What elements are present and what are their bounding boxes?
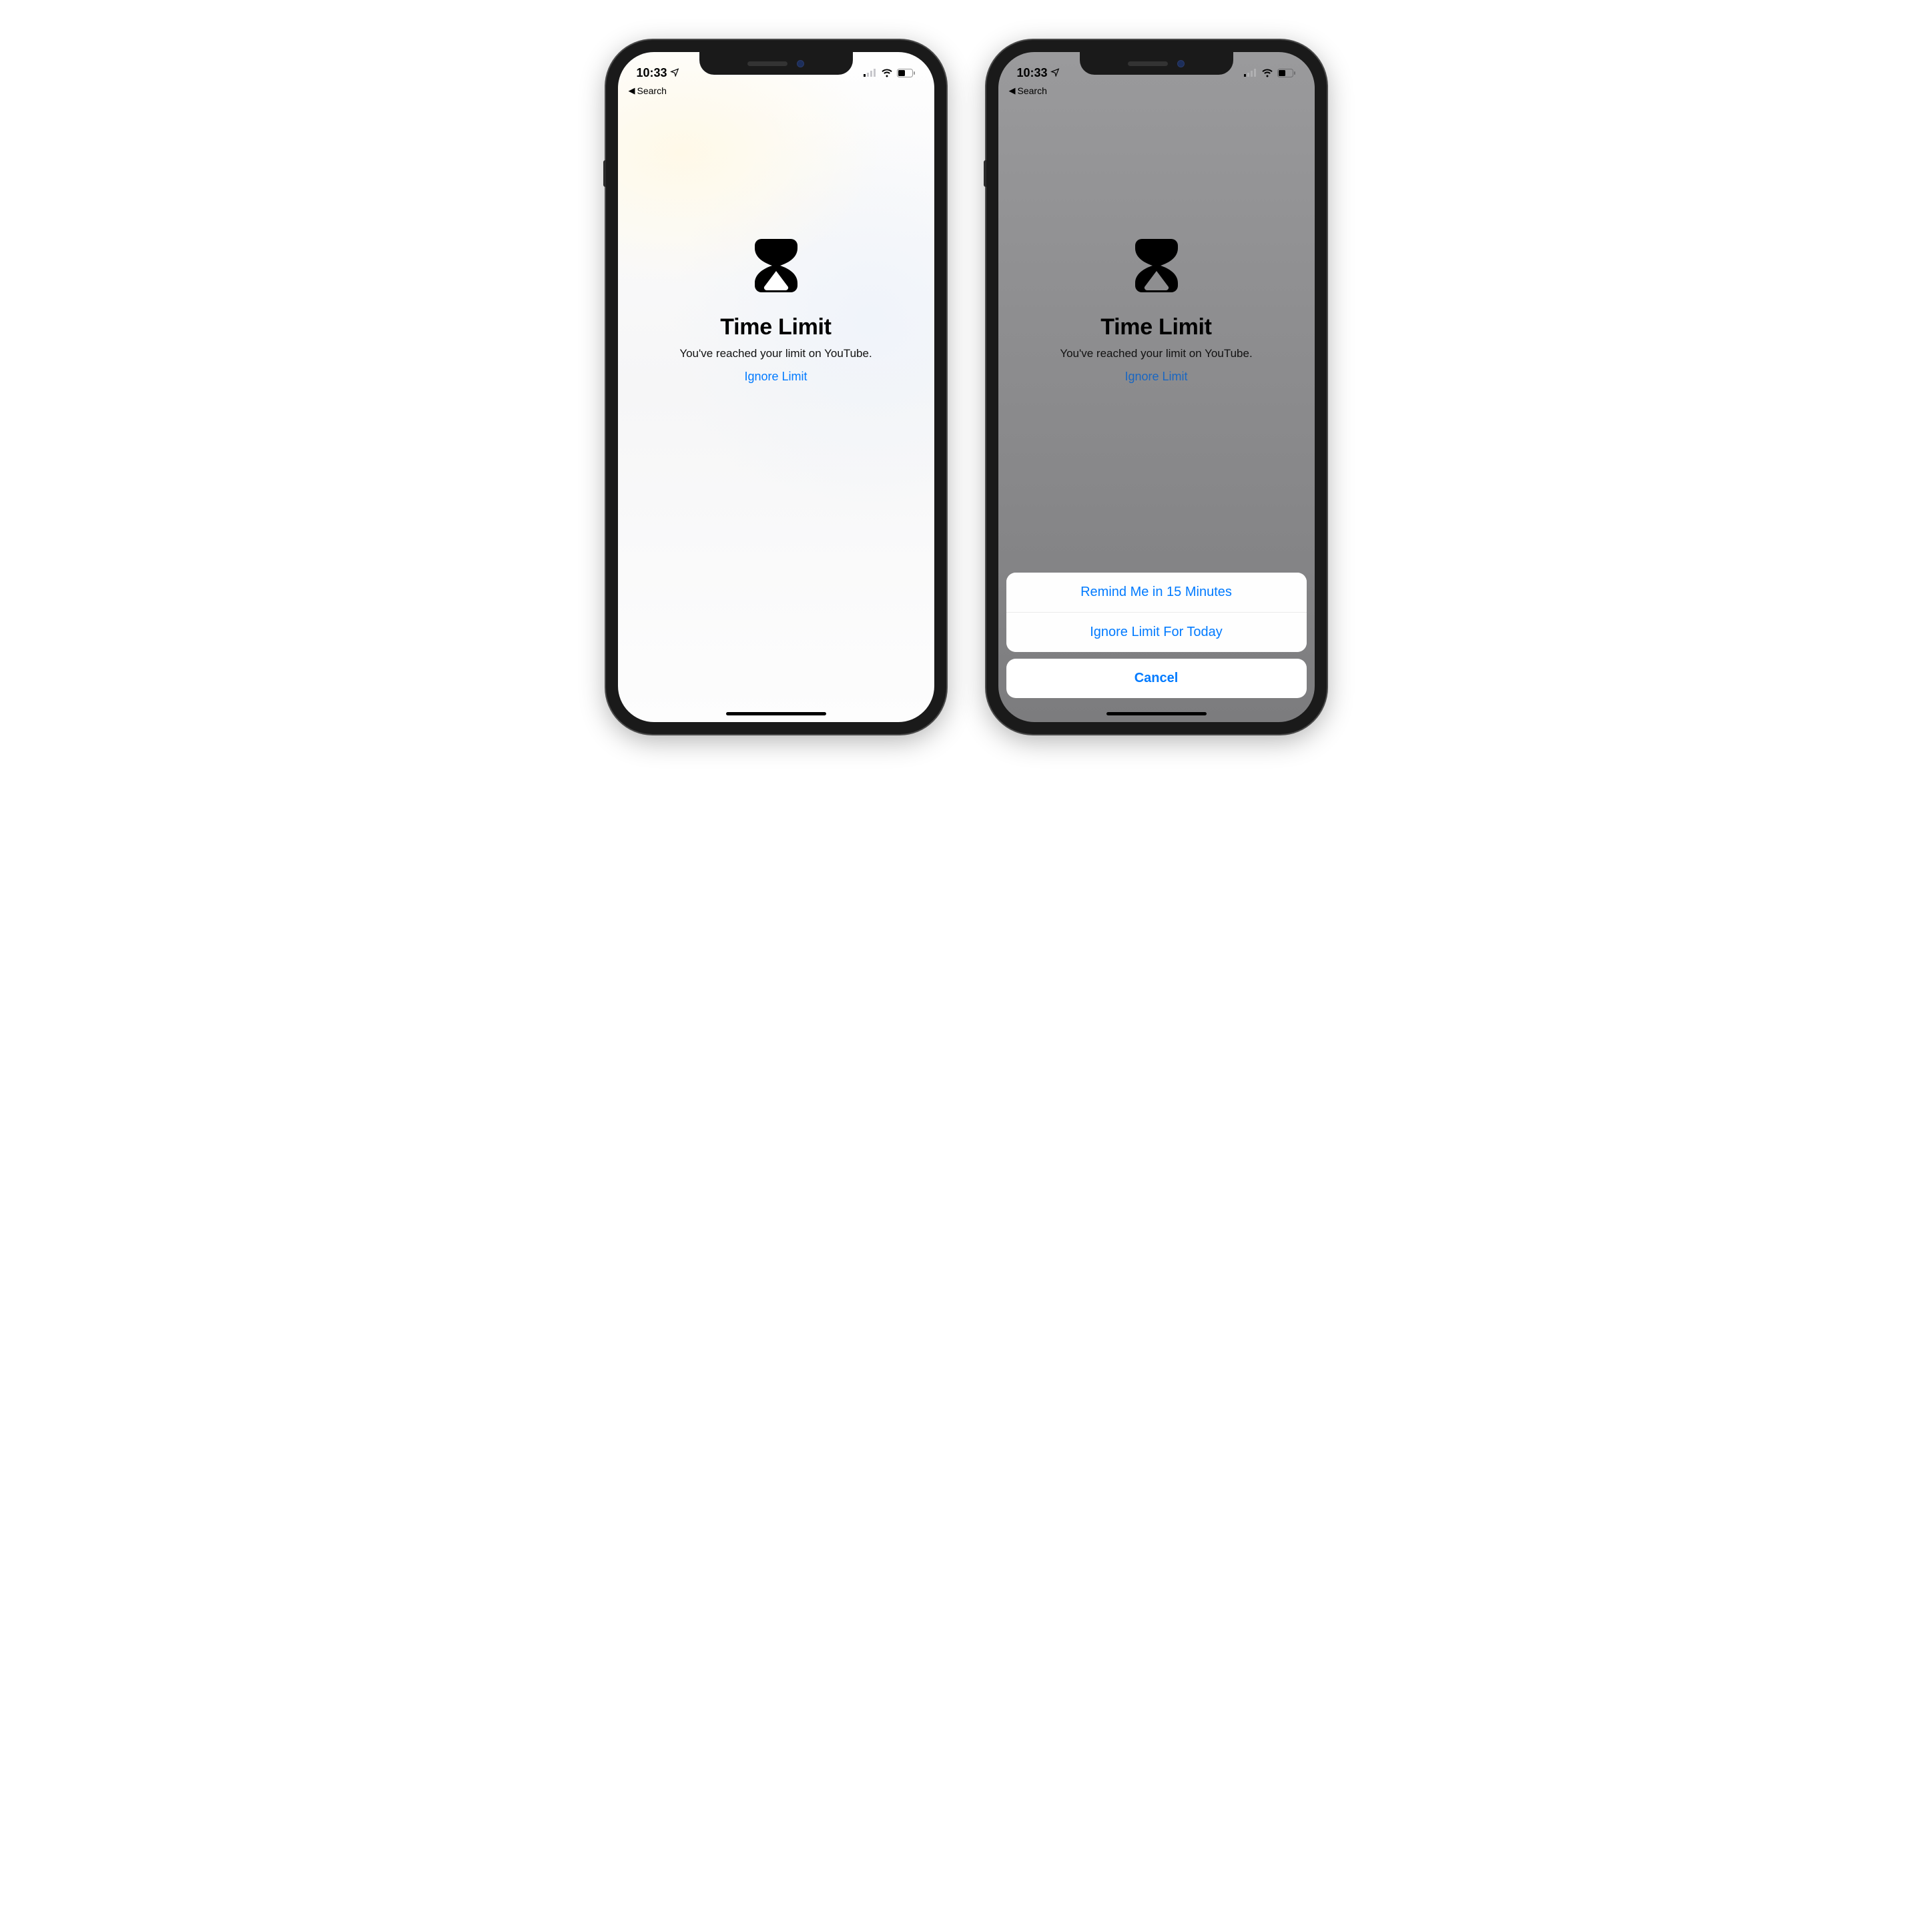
- hourglass-icon: [1135, 239, 1178, 296]
- back-to-search[interactable]: ◀ Search: [629, 85, 667, 96]
- battery-icon: [897, 69, 916, 77]
- ignore-limit-link[interactable]: Ignore Limit: [1124, 370, 1187, 384]
- location-icon: [670, 67, 679, 79]
- time-limit-subtitle: You've reached your limit on YouTube.: [679, 347, 872, 360]
- location-icon: [1050, 67, 1060, 79]
- front-camera: [797, 60, 804, 67]
- action-sheet-options: Remind Me in 15 Minutes Ignore Limit For…: [1006, 573, 1307, 652]
- front-camera: [1177, 60, 1185, 67]
- battery-icon: [1277, 69, 1296, 77]
- phone-mockup-left: 10:33 ◀ Search: [606, 40, 946, 734]
- time-limit-title: Time Limit: [1100, 314, 1211, 340]
- wifi-icon: [881, 69, 893, 77]
- back-chevron-icon: ◀: [1009, 85, 1016, 96]
- ignore-limit-link[interactable]: Ignore Limit: [744, 370, 807, 384]
- time-limit-title: Time Limit: [720, 314, 831, 340]
- notch: [699, 52, 853, 75]
- screen: 10:33 ◀ Search: [618, 52, 934, 722]
- phone-mockup-right: 10:33 ◀ Search: [986, 40, 1327, 734]
- screen: 10:33 ◀ Search: [998, 52, 1315, 722]
- status-time: 10:33: [637, 66, 667, 80]
- speaker-grill: [747, 61, 787, 66]
- speaker-grill: [1128, 61, 1168, 66]
- cancel-button[interactable]: Cancel: [1006, 659, 1307, 698]
- notch: [1080, 52, 1233, 75]
- cellular-signal-icon: [864, 69, 877, 77]
- remind-15-minutes-button[interactable]: Remind Me in 15 Minutes: [1006, 573, 1307, 612]
- back-label: Search: [637, 85, 667, 96]
- status-time: 10:33: [1017, 66, 1048, 80]
- time-limit-content: Time Limit You've reached your limit on …: [618, 52, 934, 722]
- action-sheet: Remind Me in 15 Minutes Ignore Limit For…: [1006, 573, 1307, 698]
- back-label: Search: [1018, 85, 1047, 96]
- time-limit-subtitle: You've reached your limit on YouTube.: [1060, 347, 1252, 360]
- hourglass-icon: [755, 239, 797, 296]
- home-indicator[interactable]: [726, 712, 826, 715]
- cellular-signal-icon: [1244, 69, 1257, 77]
- ignore-for-today-button[interactable]: Ignore Limit For Today: [1006, 612, 1307, 652]
- back-chevron-icon: ◀: [629, 85, 635, 96]
- wifi-icon: [1261, 69, 1273, 77]
- back-to-search[interactable]: ◀ Search: [1009, 85, 1047, 96]
- home-indicator[interactable]: [1106, 712, 1207, 715]
